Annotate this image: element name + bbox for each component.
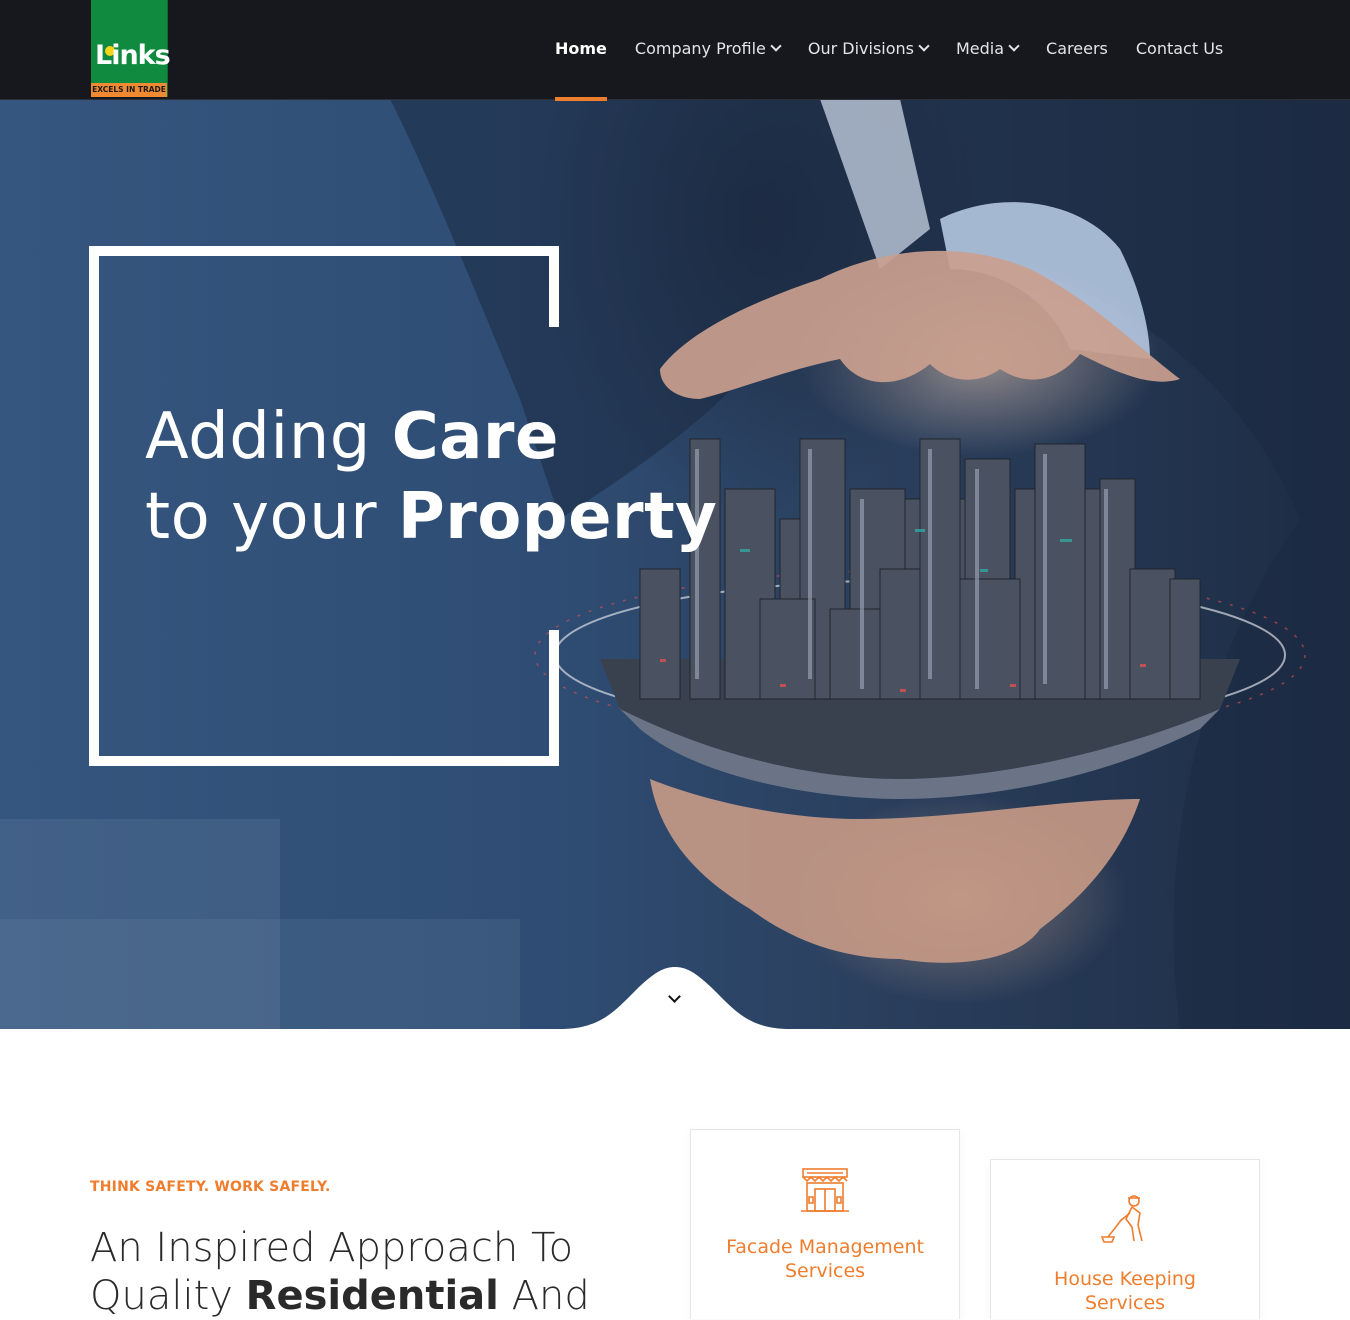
logo-wordmark: Links: [95, 40, 171, 71]
site-header: Links EXCELS IN TRADE Home Company Profi…: [0, 0, 1350, 101]
chevron-down-icon: [1008, 40, 1020, 52]
nav-our-divisions-label: Our Divisions: [807, 38, 914, 58]
storefront-icon: [691, 1167, 959, 1217]
intro-heading: An Inspired Approach To Quality Resident…: [90, 1224, 590, 1320]
intro-heading-bold: Residential: [245, 1273, 499, 1319]
hero-line1-regular: Adding: [145, 400, 392, 474]
hero-line2-regular: to your: [145, 480, 398, 554]
nav-media[interactable]: Media: [955, 38, 1020, 58]
nav-careers-label: Careers: [1046, 38, 1108, 58]
nav-media-label: Media: [955, 38, 1005, 58]
nav-contact-us[interactable]: Contact Us: [1136, 39, 1223, 58]
cleaner-icon: [991, 1193, 1259, 1249]
nav-company-profile[interactable]: Company Profile: [634, 38, 782, 58]
logo-tagline: EXCELS IN TRADE: [91, 83, 167, 97]
nav-company-profile-label: Company Profile: [634, 38, 766, 58]
hero-frame-bottom: [89, 756, 559, 766]
service-card-title: Facade Management Services: [726, 1236, 924, 1282]
hero-headline-line1: Adding Care: [145, 397, 717, 477]
section-tagline: THINK SAFETY. WORK SAFELY.: [90, 1179, 331, 1195]
hero-frame-right-top: [549, 246, 559, 327]
chevron-down-icon: [918, 40, 930, 52]
hero-frame-left: [89, 246, 99, 766]
nav-home[interactable]: Home: [555, 38, 607, 101]
nav-our-divisions[interactable]: Our Divisions: [807, 38, 930, 58]
hero-headline: Adding Care to your Property: [145, 397, 717, 557]
intro-heading-part3: And: [498, 1273, 590, 1319]
intro-heading-line1: An Inspired Approach To: [90, 1225, 574, 1271]
service-card-title: House Keeping Services: [1054, 1268, 1196, 1314]
chevron-down-icon: [770, 40, 782, 52]
service-card-housekeeping[interactable]: House Keeping Services: [990, 1159, 1260, 1319]
nav-careers[interactable]: Careers: [1046, 39, 1108, 58]
hero-city-in-hands-image: [0, 99, 1350, 1029]
hero-line1-bold: Care: [391, 400, 559, 474]
links-logo[interactable]: Links EXCELS IN TRADE: [91, 0, 171, 97]
hero-headline-line2: to your Property: [145, 477, 717, 557]
intro-heading-line2: Quality Residential And: [90, 1272, 590, 1320]
hero-line2-bold: Property: [397, 480, 718, 554]
main-nav: Home Company Profile Our Divisions Media…: [555, 36, 1223, 101]
intro-heading-part2: Quality: [90, 1273, 246, 1319]
nav-home-label: Home: [555, 38, 607, 58]
nav-contact-us-label: Contact Us: [1135, 38, 1224, 58]
hero-frame-right-bottom: [549, 630, 559, 766]
service-card-facade[interactable]: Facade Management Services: [690, 1129, 960, 1319]
hero-frame-top: [89, 246, 559, 256]
hero-banner: Adding Care to your Property: [0, 99, 1350, 1029]
